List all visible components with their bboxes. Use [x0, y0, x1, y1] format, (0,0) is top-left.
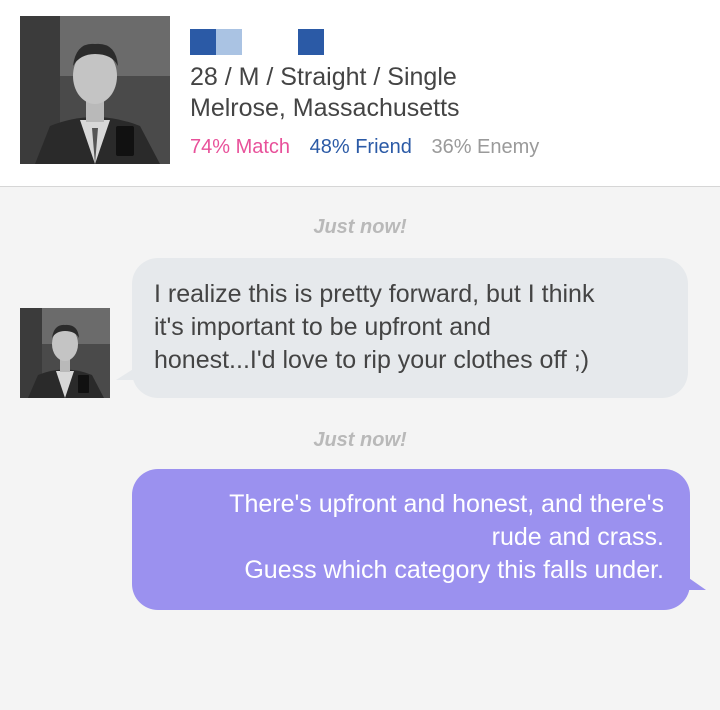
outgoing-message-bubble[interactable]: There's upfront and honest, and there's … — [132, 469, 690, 610]
profile-details: 28 / M / Straight / Single Melrose, Mass… — [190, 62, 460, 124]
friend-percentage: 48% Friend — [309, 136, 412, 158]
username-block — [190, 29, 216, 55]
match-percentage: 74% Match — [190, 136, 291, 158]
profile-photo[interactable] — [20, 16, 170, 164]
sender-avatar-image — [20, 308, 110, 398]
message-line: it's important to be upfront and — [154, 313, 491, 341]
username-block — [298, 29, 324, 55]
message-line: There's upfront and honest, and there's — [229, 490, 664, 518]
enemy-percentage: 36% Enemy — [431, 136, 540, 158]
message-line: rude and crass. — [491, 523, 664, 551]
username-block — [216, 29, 242, 55]
compatibility-scores: 74% Match 48% Friend 36% Enemy — [190, 134, 553, 160]
message-timestamp: Just now! — [313, 429, 407, 451]
username-block — [242, 29, 298, 55]
incoming-message-bubble[interactable]: I realize this is pretty forward, but I … — [132, 258, 688, 398]
outgoing-message-text: There's upfront and honest, and there's … — [152, 488, 664, 587]
message-line: honest...I'd love to rip your clothes of… — [154, 346, 590, 374]
profile-header: 28 / M / Straight / Single Melrose, Mass… — [0, 0, 720, 187]
incoming-message-text: I realize this is pretty forward, but I … — [154, 278, 666, 377]
profile-photo-image — [20, 16, 170, 164]
message-line: I realize this is pretty forward, but I … — [154, 280, 595, 308]
message-line: Guess which category this falls under. — [244, 556, 664, 584]
profile-location: Melrose, Massachusetts — [190, 94, 460, 122]
profile-demographics: 28 / M / Straight / Single — [190, 63, 457, 91]
sender-avatar[interactable] — [20, 308, 110, 398]
message-timestamp: Just now! — [313, 216, 407, 238]
username-redacted — [190, 29, 324, 55]
